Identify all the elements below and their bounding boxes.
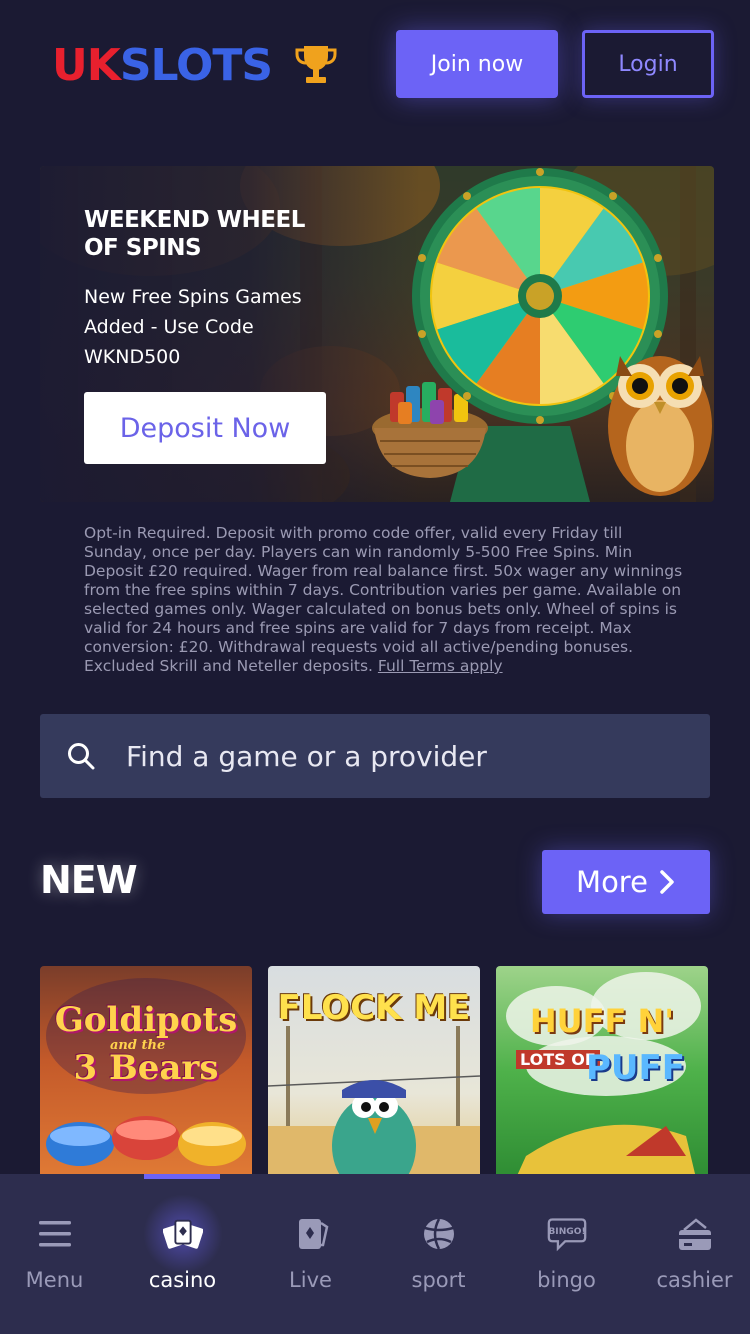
chevron-right-icon bbox=[660, 870, 674, 894]
section-title-new: NEW bbox=[40, 858, 138, 902]
search-placeholder[interactable]: Find a game or a provider bbox=[126, 740, 487, 773]
nav-item-cashier[interactable]: cashier bbox=[632, 1174, 750, 1334]
full-terms-link[interactable]: Full Terms apply bbox=[378, 657, 503, 675]
game-title-line1: HUFF N' bbox=[529, 1002, 675, 1040]
logo-slots-text: SLOTS bbox=[119, 40, 273, 91]
logo-uk-text: UK bbox=[52, 40, 121, 91]
game-tile-huff-n-puff[interactable]: HUFF N' LOTS OF PUFF bbox=[496, 966, 708, 1178]
game-tile-goldipots[interactable]: Goldipots and the 3 Bears bbox=[40, 966, 252, 1178]
nav-label: cashier bbox=[656, 1268, 733, 1292]
live-icon bbox=[298, 1219, 328, 1249]
nav-item-sport[interactable]: sport bbox=[376, 1174, 501, 1334]
svg-text:BINGO!: BINGO! bbox=[548, 1227, 585, 1237]
more-button-label: More bbox=[576, 865, 648, 899]
bingo-icon: BINGO! bbox=[547, 1218, 586, 1252]
nav-label: casino bbox=[148, 1268, 217, 1292]
more-button[interactable]: More bbox=[542, 850, 710, 914]
nav-label: sport bbox=[411, 1268, 466, 1292]
nav-item-live[interactable]: Live bbox=[248, 1174, 373, 1334]
search-icon bbox=[68, 743, 95, 770]
casino-icon bbox=[162, 1219, 203, 1249]
menu-icon bbox=[38, 1221, 71, 1247]
nav-item-bingo[interactable]: BINGO! bingo bbox=[504, 1174, 629, 1334]
search-bar[interactable]: Find a game or a provider bbox=[40, 714, 710, 798]
header: UKSLOTS Join now Login bbox=[0, 0, 750, 130]
nav-item-casino[interactable]: casino bbox=[120, 1174, 245, 1334]
bottom-navigation: Menu casino Live sport BINGO! bingo cash… bbox=[0, 1174, 750, 1334]
sport-icon bbox=[423, 1218, 454, 1250]
owl-mascot-icon bbox=[608, 356, 712, 496]
promo-terms: Opt-in Required. Deposit with promo code… bbox=[84, 524, 684, 676]
game-title-line1: Goldipots bbox=[54, 1000, 238, 1040]
wheel-of-spins-graphic bbox=[372, 168, 712, 502]
game-tile-flock-me[interactable]: FLOCK ME bbox=[268, 966, 480, 1178]
cashier-icon bbox=[678, 1218, 711, 1250]
nav-item-menu[interactable]: Menu bbox=[0, 1174, 117, 1334]
game-title-line1: FLOCK ME bbox=[277, 988, 471, 1028]
promo-description: New Free Spins Games Added - Use Code WK… bbox=[84, 286, 302, 368]
join-now-button[interactable]: Join now bbox=[396, 30, 558, 98]
login-button[interactable]: Login bbox=[582, 30, 714, 98]
site-logo[interactable]: UKSLOTS bbox=[52, 40, 273, 91]
nav-label: Menu bbox=[25, 1268, 84, 1292]
game-title-line3: PUFF bbox=[586, 1048, 685, 1088]
trophy-icon bbox=[295, 46, 337, 83]
nav-label: bingo bbox=[537, 1268, 596, 1292]
deposit-now-button[interactable]: Deposit Now bbox=[84, 392, 326, 464]
promo-title: WEEKEND WHEEL OF SPINS bbox=[84, 207, 305, 261]
promo-terms-text: Opt-in Required. Deposit with promo code… bbox=[84, 524, 683, 675]
game-title-line3: 3 Bears bbox=[73, 1048, 219, 1088]
nav-label: Live bbox=[289, 1268, 332, 1292]
promo-banner[interactable]: WEEKEND WHEEL OF SPINS New Free Spins Ga… bbox=[40, 166, 714, 502]
